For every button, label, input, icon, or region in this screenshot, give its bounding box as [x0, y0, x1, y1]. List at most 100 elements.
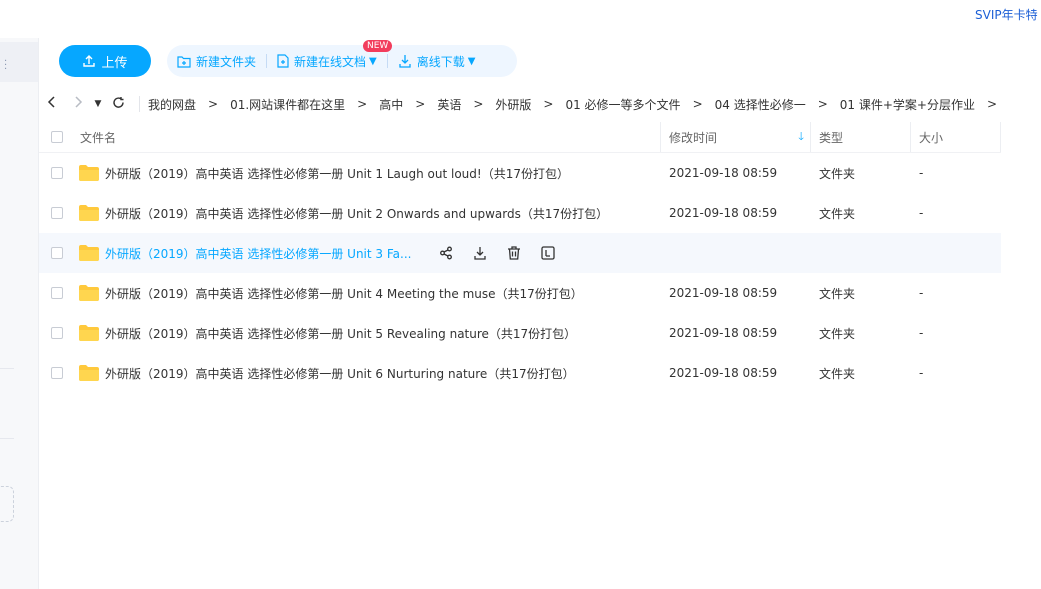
breadcrumb-separator: > [817, 97, 828, 111]
new-folder-label: 新建文件夹 [196, 54, 257, 69]
breadcrumb-separator: > [473, 97, 484, 111]
breadcrumb-item[interactable]: 英语 [437, 96, 461, 113]
breadcrumb-separator: > [208, 97, 219, 111]
row-check-cell [39, 247, 79, 259]
table-row[interactable]: 外研版（2019）高中英语 选择性必修第一册 Unit 6 Nurturing … [39, 353, 1001, 393]
select-all-checkbox[interactable] [51, 131, 63, 143]
folder-icon [79, 365, 105, 381]
breadcrumb-item-current[interactable]: 01 课件+学案+分层作业 [840, 96, 975, 113]
file-size: - [919, 206, 924, 220]
sidebar-divider [0, 368, 14, 369]
column-header-time[interactable]: 修改时间 🡓 [660, 122, 810, 152]
sidebar-divider [0, 438, 14, 439]
row-check-cell [39, 207, 79, 219]
new-badge: NEW [363, 40, 393, 52]
breadcrumb-item[interactable]: 04 选择性必修一 [715, 96, 806, 113]
table-row[interactable]: 外研版（2019）高中英语 选择性必修第一册 Unit 4 Meeting th… [39, 273, 1001, 313]
offline-download-button[interactable]: 离线下载 ▼ [388, 53, 486, 70]
table-row[interactable]: 外研版（2019）高中英语 选择性必修第一册 Unit 5 Revealing … [39, 313, 1001, 353]
sort-down-icon[interactable]: 🡓 [798, 128, 804, 147]
breadcrumb-item[interactable]: 外研版 [495, 96, 531, 113]
file-name[interactable]: 外研版（2019）高中英语 选择性必修第一册 Unit 5 Revealing … [105, 325, 660, 342]
navigation-bar: ▼ 我的网盘 > 01.网站课件都在这里 > 高中 > 英语 > 外研版 > 0… [39, 90, 1041, 118]
forward-icon[interactable] [65, 96, 91, 112]
new-folder-button[interactable]: 新建文件夹 [167, 53, 266, 70]
file-type: 文件夹 [819, 366, 856, 381]
breadcrumb-item[interactable]: 我的网盘 [148, 96, 196, 113]
file-name[interactable]: 外研版（2019）高中英语 选择性必修第一册 Unit 3 Fa... [105, 245, 660, 262]
folder-icon [79, 165, 105, 181]
file-type: 文件夹 [819, 286, 856, 301]
folder-icon [79, 205, 105, 221]
more-dots-icon: · · · [4, 56, 8, 75]
file-size: - [919, 366, 924, 380]
table-row[interactable]: 外研版（2019）高中英语 选择性必修第一册 Unit 1 Laugh out … [39, 153, 1001, 193]
file-name-text: 外研版（2019）高中英语 选择性必修第一册 Unit 5 Revealing … [105, 326, 577, 341]
file-time: 2021-09-18 08:59 [669, 366, 778, 380]
folder-icon [79, 245, 105, 261]
row-checkbox[interactable] [51, 167, 63, 179]
file-size: - [919, 166, 924, 180]
row-checkbox[interactable] [51, 367, 63, 379]
file-list: 外研版（2019）高中英语 选择性必修第一册 Unit 1 Laugh out … [39, 153, 1001, 393]
table-row[interactable]: 外研版（2019）高中英语 选择性必修第一册 Unit 2 Onwards an… [39, 193, 1001, 233]
file-type: 文件夹 [819, 206, 856, 221]
caret-down-icon: ▼ [369, 55, 377, 67]
file-name-text: 外研版（2019）高中英语 选择性必修第一册 Unit 1 Laugh out … [105, 166, 569, 181]
breadcrumb-separator: > [357, 97, 368, 111]
download-icon[interactable] [463, 246, 497, 260]
delete-icon[interactable] [497, 246, 531, 260]
new-doc-icon [277, 54, 289, 68]
breadcrumb-item[interactable]: 高中 [379, 96, 403, 113]
new-online-doc-label: 新建在线文档 [294, 54, 367, 69]
row-checkbox[interactable] [51, 247, 63, 259]
breadcrumb-separator: > [543, 97, 554, 111]
table-row-hovered[interactable]: 外研版（2019）高中英语 选择性必修第一册 Unit 3 Fa... [39, 233, 1001, 273]
breadcrumb: 我的网盘 > 01.网站课件都在这里 > 高中 > 英语 > 外研版 > 01 … [148, 96, 1009, 113]
row-checkbox[interactable] [51, 327, 63, 339]
top-strip: SVIP年卡特 [0, 0, 1041, 38]
breadcrumb-separator: > [692, 97, 703, 111]
breadcrumb-item[interactable]: 01 必修一等多个文件 [565, 96, 680, 113]
main-panel: 上传 新建文件夹 新建在线文档 ▼ 离线下载 ▼ NEW ▼ 我的网盘 > 01… [39, 38, 1041, 589]
sidebar-selected-item[interactable]: · · · [0, 42, 38, 82]
breadcrumb-item[interactable]: 01.网站课件都在这里 [230, 96, 345, 113]
upload-icon [83, 55, 96, 67]
breadcrumb-separator: > [986, 97, 998, 111]
new-online-doc-button[interactable]: 新建在线文档 ▼ [267, 53, 387, 70]
file-name[interactable]: 外研版（2019）高中英语 选择性必修第一册 Unit 2 Onwards an… [105, 205, 660, 222]
folder-icon [79, 325, 105, 341]
svip-promo-link[interactable]: SVIP年卡特 [975, 6, 1041, 23]
table-header: 文件名 修改时间 🡓 类型 大小 [39, 122, 1001, 153]
upload-button[interactable]: 上传 [59, 45, 151, 77]
more-icon[interactable] [531, 246, 565, 260]
sidebar-dashed-box[interactable] [0, 486, 14, 522]
refresh-icon[interactable] [105, 96, 131, 113]
nav-divider [139, 96, 140, 112]
row-hover-actions [429, 246, 565, 260]
file-name[interactable]: 外研版（2019）高中英语 选择性必修第一册 Unit 1 Laugh out … [105, 165, 660, 182]
column-header-type[interactable]: 类型 [810, 122, 910, 152]
download-icon [399, 55, 411, 68]
share-icon[interactable] [429, 246, 463, 260]
file-time: 2021-09-18 08:59 [669, 206, 778, 220]
file-name-text: 外研版（2019）高中英语 选择性必修第一册 Unit 4 Meeting th… [105, 286, 583, 301]
column-header-size[interactable]: 大小 [910, 122, 1001, 152]
row-check-cell [39, 327, 79, 339]
file-name[interactable]: 外研版（2019）高中英语 选择性必修第一册 Unit 4 Meeting th… [105, 285, 660, 302]
action-group: 新建文件夹 新建在线文档 ▼ 离线下载 ▼ NEW [167, 40, 517, 77]
file-time: 2021-09-18 08:59 [669, 286, 778, 300]
sidebar: · · · [0, 38, 39, 589]
file-time: 2021-09-18 08:59 [669, 166, 778, 180]
file-name-text: 外研版（2019）高中英语 选择性必修第一册 Unit 2 Onwards an… [105, 206, 609, 221]
file-name[interactable]: 外研版（2019）高中英语 选择性必修第一册 Unit 6 Nurturing … [105, 365, 660, 382]
select-all-cell [39, 122, 79, 152]
back-icon[interactable] [39, 96, 65, 112]
row-checkbox[interactable] [51, 287, 63, 299]
row-checkbox[interactable] [51, 207, 63, 219]
column-header-name[interactable]: 文件名 [79, 122, 660, 152]
offline-download-label: 离线下载 [416, 54, 465, 69]
history-dropdown-icon[interactable]: ▼ [91, 99, 105, 109]
caret-down-icon: ▼ [467, 55, 476, 67]
breadcrumb-separator: > [415, 97, 426, 111]
